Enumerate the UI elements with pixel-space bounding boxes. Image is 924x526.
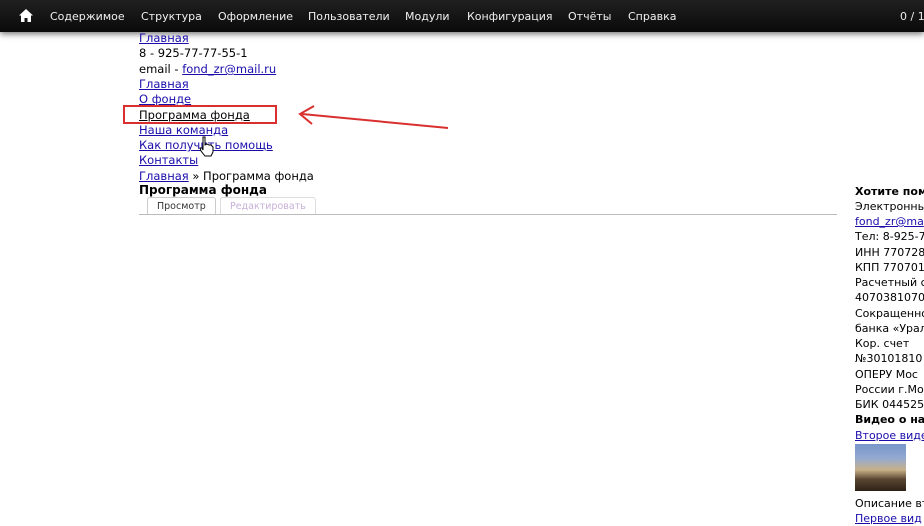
tab-view[interactable]: Просмотр [147,197,216,215]
sidebar-line: Тел: 8-925-7 [855,230,924,243]
email-link[interactable]: fond_zr@mail.ru [182,62,276,76]
video-thumbnail[interactable] [855,444,906,491]
sidebar-email-link[interactable]: fond_zr@ma [855,214,924,229]
hand-cursor-icon [199,136,214,157]
breadcrumb: Главная » Программа фонда [139,169,314,183]
sidebar-line: №30101810 [855,352,923,365]
shortcut-counter: 0 / 1 [900,10,924,23]
sidebar-heading: Хотите пом [855,185,924,198]
sidebar-line: банка «Урал [855,322,924,335]
arrow-annotation-icon [298,105,449,129]
nav-item-contacts[interactable]: Контакты [139,153,198,167]
sidebar-line: ИНН 770728 [855,246,924,259]
header-email: email - fond_zr@mail.ru [139,62,276,76]
nav-item-about[interactable]: О фонде [139,92,191,106]
toolbar-item-appearance[interactable]: Оформление [218,10,293,23]
sidebar-line: БИК 044525 [855,398,924,411]
sidebar-line: Сокращенно [855,307,924,320]
admin-toolbar: Содержимое Структура Оформление Пользова… [0,0,924,32]
highlight-box [123,105,277,124]
breadcrumb-current: Программа фонда [203,169,314,183]
sidebar-video-link-first[interactable]: Первое вид [855,511,924,526]
sidebar-line: 4070381070 [855,291,924,304]
toolbar-item-content[interactable]: Содержимое [50,10,125,23]
nav-item-team[interactable]: Наша команда [139,123,228,137]
nav-item-home[interactable]: Главная [139,77,189,91]
sidebar-video-description: Описание вт [855,497,924,510]
header-home-link[interactable]: Главная [139,31,189,45]
sidebar-line: КПП 770701 [855,261,924,274]
sidebar-video-link-second[interactable]: Второе виде [855,428,924,443]
page-title: Программа фонда [139,183,267,197]
breadcrumb-home-link[interactable]: Главная [139,169,189,183]
breadcrumb-separator: » [188,169,204,183]
sidebar-line: Электронны [855,200,924,213]
sidebar-line: Кор. счет [855,337,910,350]
toolbar-item-configuration[interactable]: Конфигурация [467,10,553,23]
header-phone: 8 - 925-77-77-55-1 [139,46,248,60]
toolbar-item-people[interactable]: Пользователи [308,10,390,23]
sidebar-line: ОПЕРУ Мос [855,368,918,381]
toolbar-item-modules[interactable]: Модули [405,10,450,23]
email-label: email - [139,62,183,76]
sidebar-video-heading: Видео о на [855,413,924,426]
tab-edit[interactable]: Редактировать [220,197,316,215]
toolbar-item-structure[interactable]: Структура [141,10,202,23]
toolbar-item-reports[interactable]: Отчёты [568,10,611,23]
sidebar-line: Расчетный с [855,276,924,289]
toolbar-item-help[interactable]: Справка [628,10,676,23]
sidebar-line: России г.Мо [855,383,924,396]
tabs-divider [139,214,837,215]
home-icon[interactable] [19,9,33,22]
